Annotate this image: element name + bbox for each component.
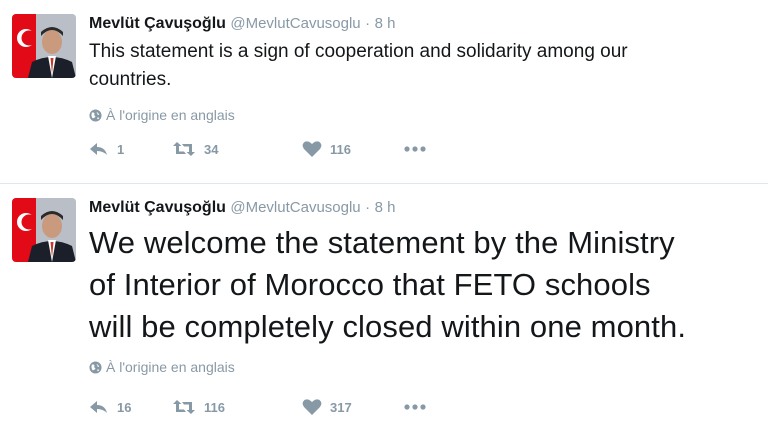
more-icon [404,146,426,152]
tweet-text-line: of Interior of Morocco that FETO schools [89,267,651,302]
author-handle[interactable]: @MevlutCavusoglu [230,15,360,32]
tweet-content: Mevlüt Çavuşoğlu @MevlutCavusoglu · 8 h … [89,14,756,158]
separator: · [365,15,371,32]
author-name[interactable]: Mevlüt Çavuşoğlu [89,15,226,32]
tweet-time[interactable]: 8 h [375,199,396,216]
retweet-button[interactable]: 116 [172,399,302,415]
author-name[interactable]: Mevlüt Çavuşoğlu [89,199,226,216]
more-button[interactable] [404,404,444,410]
more-button[interactable] [404,146,444,152]
tweet-text-line: will be completely closed within one mon… [89,309,687,344]
retweet-count: 116 [204,399,225,415]
tweet-text-line: This statement is a sign of cooperation … [89,41,628,62]
tweet-content: Mevlüt Çavuşoğlu @MevlutCavusoglu · 8 h … [89,198,756,416]
tweet-text: This statement is a sign of cooperation … [89,38,756,94]
tweet-feed: Mevlüt Çavuşoğlu @MevlutCavusoglu · 8 h … [0,0,768,431]
reply-icon [90,401,107,413]
author-handle[interactable]: @MevlutCavusoglu [230,199,360,216]
more-icon [404,404,426,410]
reply-count: 16 [117,399,132,415]
reply-button[interactable]: 16 [89,399,172,415]
retweet-button[interactable]: 34 [172,141,302,157]
tweet-text-line: We welcome the statement by the Ministry [89,225,675,260]
tweet[interactable]: Mevlüt Çavuşoğlu @MevlutCavusoglu · 8 h … [0,0,768,183]
heart-icon [302,399,322,415]
reply-count: 1 [117,141,125,157]
tweet-text-line: countries. [89,69,172,90]
retweet-icon [173,142,195,156]
tweet-header: Mevlüt Çavuşoğlu @MevlutCavusoglu · 8 h [89,198,756,218]
tweet-time[interactable]: 8 h [375,15,396,32]
tweet-actions: 16 116 317 [89,398,756,416]
reply-button[interactable]: 1 [89,141,172,157]
translation-notice[interactable]: À l'origine en anglais [89,106,756,124]
translation-label: À l'origine en anglais [106,359,235,375]
like-count: 317 [330,399,352,415]
avatar-photo [12,14,76,78]
reply-icon [90,143,107,155]
avatar-photo [12,198,76,262]
avatar[interactable] [12,14,76,78]
tweet-header: Mevlüt Çavuşoğlu @MevlutCavusoglu · 8 h [89,14,756,34]
tweet-actions: 1 34 116 [89,140,756,158]
like-count: 116 [330,141,351,157]
translation-label: À l'origine en anglais [106,107,235,123]
heart-icon [302,141,322,157]
tweet-text: We welcome the statement by the Ministry… [89,222,756,348]
globe-icon [89,108,102,122]
translation-notice[interactable]: À l'origine en anglais [89,358,756,376]
avatar[interactable] [12,198,76,262]
tweet[interactable]: Mevlüt Çavuşoğlu @MevlutCavusoglu · 8 h … [0,183,768,431]
retweet-count: 34 [204,141,219,157]
like-button[interactable]: 317 [302,398,404,416]
separator: · [365,199,371,216]
globe-icon [89,360,102,374]
retweet-icon [173,400,195,414]
like-button[interactable]: 116 [302,140,404,158]
